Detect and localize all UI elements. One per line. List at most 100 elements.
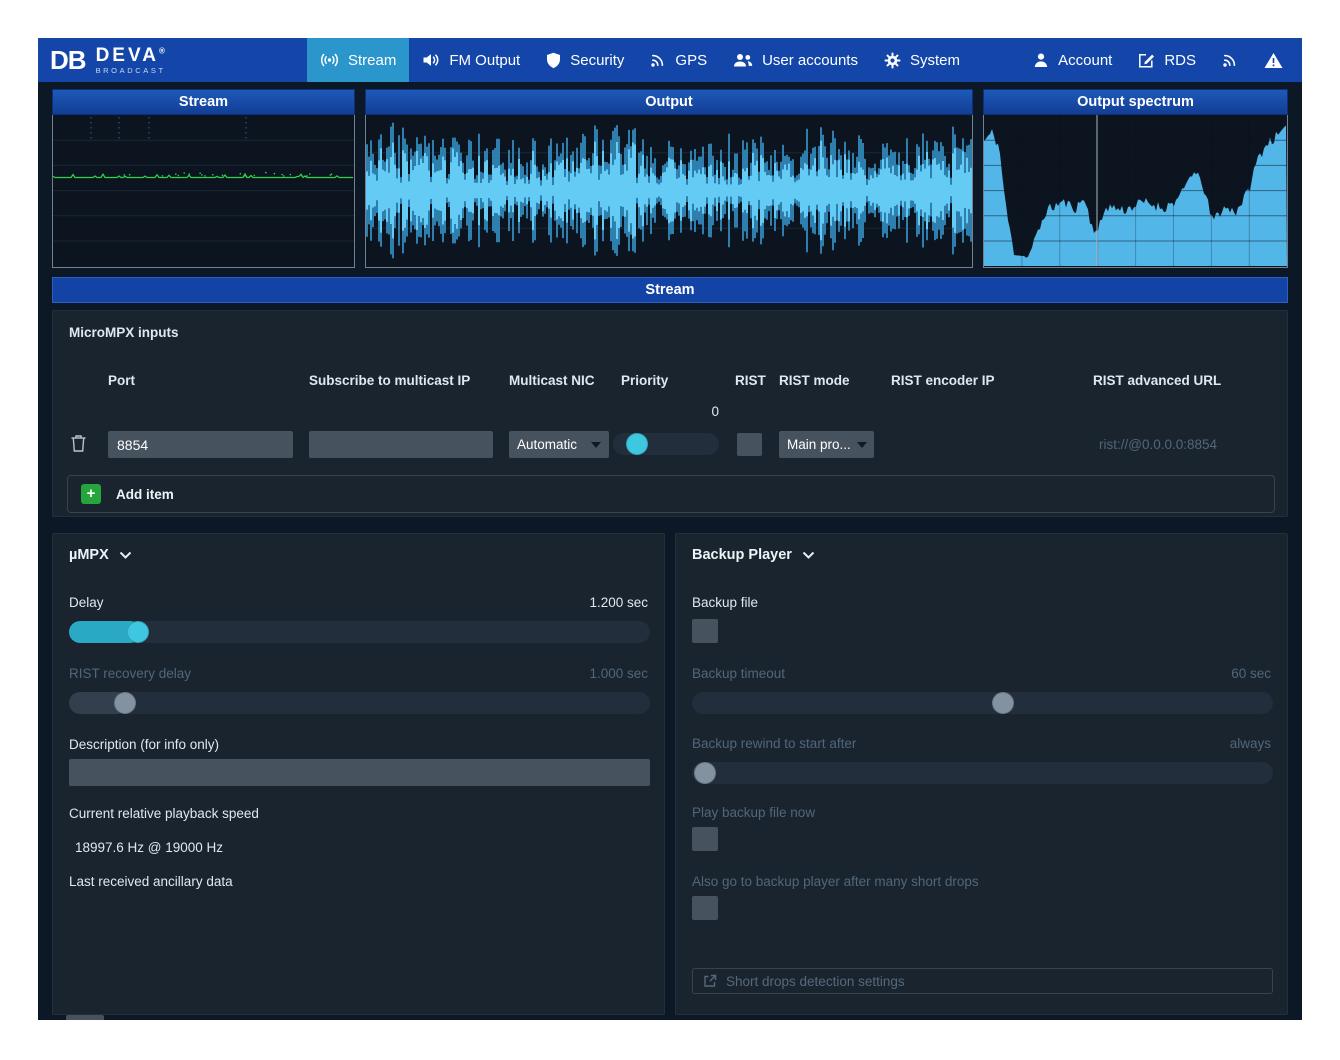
rist-recovery-delay-label: RIST recovery delay (69, 666, 191, 681)
multicast-nic-selected: Automatic (517, 437, 577, 452)
chevron-down-icon (802, 551, 815, 560)
bottom-row: µMPX Delay 1.200 sec RIST recovery delay… (52, 533, 1288, 1015)
nav-account-button[interactable]: Account (1020, 38, 1125, 82)
chevron-down-icon (119, 551, 132, 560)
rist-advanced-url: rist://@0.0.0.0:8854 (1099, 437, 1217, 452)
person-icon (1033, 52, 1049, 68)
warning-icon (1264, 52, 1283, 69)
add-item-label: Add item (116, 487, 174, 502)
play-backup-now-checkbox[interactable] (692, 827, 718, 851)
delay-label: Delay (69, 595, 104, 610)
port-input[interactable] (108, 431, 293, 458)
umpx-panel: µMPX Delay 1.200 sec RIST recovery delay… (52, 533, 665, 1015)
nav-tab-stream[interactable]: Stream (307, 38, 409, 82)
broadcast-icon (320, 52, 339, 68)
rist-mode-selected: Main pro... (787, 437, 851, 452)
short-drops-settings-button[interactable]: Short drops detection settings (692, 968, 1273, 994)
backup-timeout-slider[interactable] (692, 692, 1273, 714)
ancillary-data-label: Last received ancillary data (69, 874, 233, 889)
backup-file-picker[interactable] (692, 619, 718, 643)
short-drops-settings-label: Short drops detection settings (726, 974, 905, 989)
nav-tab-label: User accounts (762, 52, 858, 69)
antenna-icon (1222, 52, 1238, 68)
stream-chart-panel: Stream (52, 89, 355, 268)
add-item-button[interactable]: + Add item (67, 475, 1275, 513)
output-spectrum-plot (984, 115, 1287, 266)
nav-rds-label: RDS (1164, 52, 1196, 69)
backup-file-label: Backup file (692, 595, 758, 610)
brand-mark: DB (50, 45, 86, 76)
play-backup-now-label: Play backup file now (692, 805, 815, 820)
satellite-dish-icon (650, 52, 666, 68)
umpx-panel-header[interactable]: µMPX (69, 547, 132, 563)
nav-tab-fm-output[interactable]: FM Output (409, 38, 533, 82)
plus-icon: + (81, 484, 101, 504)
stream-level-plot (53, 115, 354, 266)
col-header-port: Port (108, 373, 135, 388)
nav-alerts-button[interactable] (1251, 38, 1296, 82)
col-header-rist-encoder-ip: RIST encoder IP (891, 373, 995, 388)
nav-tab-label: GPS (675, 52, 707, 69)
top-navigation: DB DEVA® BROADCAST Stream FM Output Secu… (38, 38, 1302, 82)
nav-rds-button[interactable]: RDS (1125, 38, 1209, 82)
backup-rewind-label: Backup rewind to start after (692, 736, 856, 751)
short-drops-checkbox[interactable] (692, 896, 718, 920)
rist-recovery-slider-knob[interactable] (114, 692, 136, 714)
nav-tab-gps[interactable]: GPS (637, 38, 720, 82)
rist-mode-select[interactable]: Main pro... (779, 431, 874, 458)
nav-tab-user-accounts[interactable]: User accounts (720, 38, 871, 82)
priority-slider[interactable] (613, 433, 719, 455)
delay-slider[interactable] (69, 621, 650, 643)
output-waveform-chart (365, 115, 973, 268)
charts-row: Stream Output Output spectrum (52, 89, 1288, 268)
page: DB DEVA® BROADCAST Stream FM Output Secu… (0, 0, 1340, 1060)
nav-tab-security[interactable]: Security (533, 38, 637, 82)
col-header-priority: Priority (621, 373, 668, 388)
backup-timeout-slider-knob[interactable] (992, 692, 1014, 714)
stream-section-header: Stream (52, 277, 1288, 303)
backup-player-panel: Backup Player Backup file Backup timeout… (675, 533, 1288, 1015)
app-window: DB DEVA® BROADCAST Stream FM Output Secu… (38, 38, 1302, 1020)
chevron-down-icon (857, 442, 867, 448)
multicast-ip-input[interactable] (309, 431, 493, 458)
backup-rewind-slider[interactable] (692, 762, 1273, 784)
col-header-multicast-nic: Multicast NIC (509, 373, 595, 388)
stream-level-chart (52, 115, 355, 268)
nav-antenna-button[interactable] (1209, 38, 1251, 82)
short-drops-label: Also go to backup player after many shor… (692, 874, 979, 889)
edit-icon (1138, 52, 1155, 68)
users-icon (733, 52, 753, 68)
output-waveform-plot (366, 115, 972, 266)
rist-recovery-delay-slider[interactable] (69, 692, 650, 714)
delete-row-button[interactable] (70, 434, 87, 452)
output-chart-title: Output (365, 89, 973, 115)
backup-player-header[interactable]: Backup Player (692, 547, 815, 563)
nav-main-items: Stream FM Output Security GPS User accou… (307, 38, 973, 82)
priority-slider-knob[interactable] (626, 433, 648, 455)
nav-account-label: Account (1058, 52, 1112, 69)
delay-slider-knob[interactable] (127, 621, 149, 643)
backup-player-title: Backup Player (692, 547, 792, 563)
brand-logo[interactable]: DB DEVA® BROADCAST (38, 38, 307, 82)
nav-tab-label: Security (570, 52, 624, 69)
spectrum-chart-panel: Output spectrum (983, 89, 1288, 268)
backup-rewind-slider-knob[interactable] (694, 762, 716, 784)
output-chart-panel: Output (365, 89, 973, 268)
brand-name: DEVA® (96, 46, 166, 65)
backup-rewind-value: always (1230, 736, 1271, 751)
rist-checkbox[interactable] (737, 433, 762, 456)
multicast-nic-select[interactable]: Automatic (509, 431, 609, 458)
nav-tab-system[interactable]: System (871, 38, 973, 82)
trash-icon (70, 434, 87, 452)
nav-tab-label: FM Output (449, 52, 520, 69)
chevron-down-icon (591, 442, 601, 448)
micrompx-inputs-panel: MicroMPX inputs Port Subscribe to multic… (52, 310, 1288, 517)
description-input[interactable] (69, 759, 650, 786)
brand-subtitle: BROADCAST (96, 67, 166, 75)
spectrum-chart-title: Output spectrum (983, 89, 1288, 115)
playback-speed-value: 18997.6 Hz @ 19000 Hz (75, 840, 223, 855)
backup-timeout-label: Backup timeout (692, 666, 785, 681)
micrompx-panel-title: MicroMPX inputs (69, 325, 179, 340)
gear-icon (884, 52, 901, 69)
backup-timeout-value: 60 sec (1231, 666, 1271, 681)
